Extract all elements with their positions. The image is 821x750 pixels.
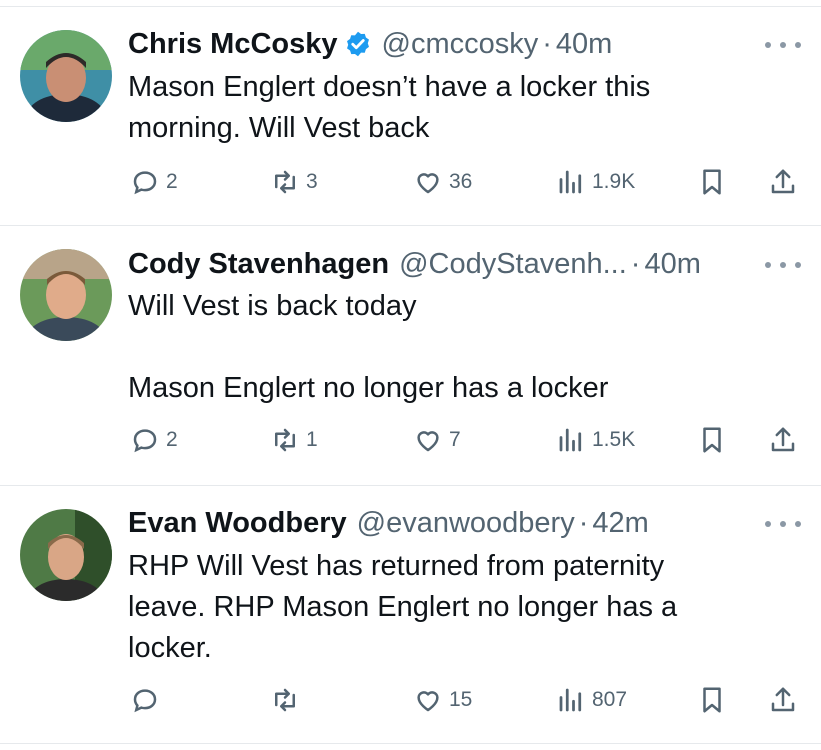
reply-icon: [133, 429, 157, 453]
retweet-count: 1: [306, 428, 318, 451]
timestamp[interactable]: 42m: [592, 507, 648, 540]
views-button[interactable]: 1.9K: [556, 165, 635, 199]
author-handle[interactable]: @evanwoodbery: [357, 507, 575, 540]
more-icon[interactable]: [765, 35, 801, 55]
tweet-header: Chris McCosky @cmccosky · 40m: [128, 26, 612, 62]
bookmark-icon: [703, 427, 721, 453]
like-button[interactable]: 7: [413, 423, 461, 457]
reply-button[interactable]: 2: [130, 165, 178, 199]
bookmark-icon: [703, 169, 721, 195]
share-button[interactable]: [768, 423, 798, 457]
tweet-line: locker.: [128, 632, 212, 664]
share-icon: [771, 427, 795, 452]
author-handle[interactable]: @cmccosky: [382, 28, 539, 61]
retweet-button[interactable]: 1: [270, 423, 318, 457]
author-name[interactable]: Evan Woodbery: [128, 507, 347, 540]
views-count: 1.5K: [592, 428, 636, 451]
tweet-line: Mason Englert doesn’t have a locker this: [128, 71, 651, 103]
top-divider: [0, 6, 821, 7]
like-count: 15: [449, 688, 473, 711]
retweet-button[interactable]: 3: [270, 165, 318, 199]
tweet-divider: [0, 225, 821, 226]
tweet-line: leave. RHP Mason Englert no longer has a: [128, 591, 678, 623]
views-button[interactable]: 1.5K: [556, 423, 635, 457]
like-count: 36: [449, 170, 473, 193]
timestamp[interactable]: 40m: [556, 28, 612, 61]
like-icon: [417, 691, 439, 712]
reply-icon: [133, 689, 157, 713]
reply-count: 2: [166, 170, 178, 193]
retweet-icon: [275, 688, 295, 712]
bookmark-button[interactable]: [697, 423, 727, 457]
action-bar: 2 3 36 1.9K: [0, 165, 821, 199]
bookmark-button[interactable]: [697, 165, 727, 199]
share-icon: [771, 687, 795, 712]
like-icon: [417, 173, 439, 194]
more-icon[interactable]: [765, 514, 801, 534]
more-icon[interactable]: [765, 255, 801, 275]
retweet-icon: [275, 428, 295, 452]
tweet-line: Mason Englert no longer has a locker: [128, 372, 609, 404]
tweet-text: Mason Englert doesn’t have a locker this…: [128, 67, 788, 149]
tweet-line: RHP Will Vest has returned from paternit…: [128, 550, 665, 582]
timestamp[interactable]: 40m: [644, 248, 700, 281]
tweet-header: Cody Stavenhagen @CodyStavenh... · 40m: [128, 246, 701, 282]
action-bar: 15 807: [0, 683, 821, 717]
like-icon: [417, 431, 439, 452]
separator-dot: ·: [578, 506, 589, 539]
reply-button[interactable]: 2: [130, 423, 178, 457]
avatar[interactable]: [20, 509, 112, 601]
views-icon: [559, 688, 582, 712]
tweet-header: Evan Woodbery @evanwoodbery · 42m: [128, 505, 649, 541]
separator-dot: ·: [630, 247, 641, 280]
like-button[interactable]: 36: [413, 165, 472, 199]
views-count: 1.9K: [592, 170, 636, 193]
reply-icon: [133, 171, 157, 195]
views-icon: [559, 170, 582, 194]
tweet-text: RHP Will Vest has returned from paternit…: [128, 546, 788, 669]
tweet-line-blank: [128, 327, 788, 368]
share-button[interactable]: [768, 683, 798, 717]
reply-count: 2: [166, 428, 178, 451]
views-count: 807: [592, 688, 628, 711]
tweet-line: morning. Will Vest back: [128, 112, 430, 144]
bookmark-icon: [703, 687, 721, 713]
verified-icon: [344, 30, 372, 58]
share-icon: [771, 169, 795, 194]
author-name[interactable]: Chris McCosky: [128, 28, 338, 61]
retweet-button[interactable]: [270, 683, 306, 717]
action-bar: 2 1 7 1.5K: [0, 423, 821, 457]
retweet-count: 3: [306, 170, 318, 193]
tweet-divider: [0, 485, 821, 486]
like-count: 7: [449, 428, 461, 451]
author-handle[interactable]: @CodyStavenh...: [399, 248, 627, 281]
bookmark-button[interactable]: [697, 683, 727, 717]
avatar[interactable]: [20, 30, 112, 122]
like-button[interactable]: 15: [413, 683, 472, 717]
views-icon: [559, 428, 582, 452]
views-button[interactable]: 807: [556, 683, 627, 717]
separator-dot: ·: [542, 27, 552, 60]
retweet-icon: [275, 170, 295, 194]
bottom-divider: [0, 743, 821, 744]
tweet-text: Will Vest is back today Mason Englert no…: [128, 286, 788, 409]
tweet-line: Will Vest is back today: [128, 290, 417, 322]
avatar[interactable]: [20, 249, 112, 341]
reply-button[interactable]: [130, 683, 166, 717]
share-button[interactable]: [768, 165, 798, 199]
author-name[interactable]: Cody Stavenhagen: [128, 248, 389, 281]
